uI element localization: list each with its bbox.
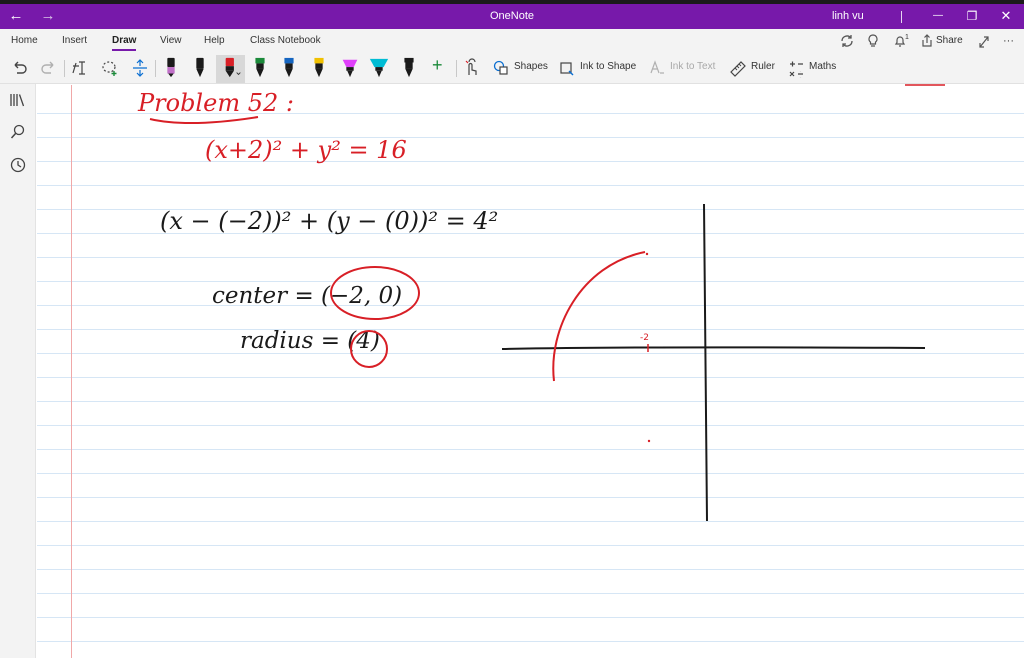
maths-button[interactable]: Maths (809, 61, 836, 72)
add-pen-button[interactable]: + (432, 55, 443, 77)
ink-to-shape-icon[interactable] (558, 57, 576, 79)
lasso-select-icon[interactable] (100, 57, 120, 79)
touch-draw-icon[interactable] (462, 57, 480, 79)
ribbon-tabs: Home Insert Draw View Help Class Noteboo… (0, 29, 1024, 53)
page-margin-line (71, 85, 72, 658)
tab-insert[interactable]: Insert (62, 35, 87, 46)
share-icon[interactable] (920, 32, 934, 50)
notebooks-icon[interactable] (9, 91, 27, 109)
tab-view[interactable]: View (160, 35, 182, 46)
shapes-icon[interactable] (492, 57, 510, 79)
ink-stroke-fragment (905, 84, 945, 86)
share-button[interactable]: Share (936, 32, 963, 50)
restore-button[interactable]: ❐ (962, 4, 982, 29)
minimize-button[interactable]: — (928, 4, 948, 29)
title-bar: ← → OneNote linh vu — ❐ ✕ (0, 4, 1024, 29)
redo-icon[interactable] (40, 57, 58, 79)
undo-icon[interactable] (10, 57, 28, 79)
pen-icon[interactable] (251, 57, 269, 79)
more-options-button[interactable]: ··· (1003, 32, 1014, 50)
tab-draw[interactable]: Draw (112, 35, 136, 46)
shapes-button[interactable]: Shapes (514, 61, 548, 72)
highlighter-icon[interactable] (339, 57, 361, 79)
add-space-icon[interactable] (130, 57, 150, 79)
titlebar-separator (901, 11, 902, 23)
pen-icon[interactable] (221, 57, 245, 79)
toolbar-separator (64, 60, 65, 77)
ink-to-text-button[interactable]: Ink to Text (670, 61, 715, 72)
pen-icon[interactable] (162, 57, 180, 79)
toolbar-separator (155, 60, 156, 77)
recent-notes-icon[interactable] (9, 156, 27, 174)
tab-class-notebook[interactable]: Class Notebook (250, 35, 321, 46)
pen-icon[interactable] (191, 57, 209, 79)
tab-help[interactable]: Help (204, 35, 225, 46)
lightbulb-icon[interactable] (866, 32, 880, 50)
draw-toolbar: + Shapes Ink to Shape Ink to Text Ruler … (0, 53, 1024, 84)
close-button[interactable]: ✕ (996, 4, 1016, 29)
ink-to-text-icon (650, 60, 664, 74)
lasso-text-select-icon[interactable] (70, 57, 90, 79)
pen-icon[interactable] (400, 57, 418, 79)
pen-icon[interactable] (280, 57, 298, 79)
ruler-icon[interactable] (729, 57, 747, 79)
search-icon[interactable] (9, 123, 27, 141)
tab-home[interactable]: Home (11, 35, 38, 46)
active-tab-indicator (112, 49, 136, 51)
highlighter-icon[interactable] (367, 57, 391, 79)
ruler-button[interactable]: Ruler (751, 61, 775, 72)
toolbar-separator (456, 60, 457, 77)
maths-icon[interactable] (787, 57, 805, 79)
left-navigation-rail (0, 84, 36, 658)
notification-count: 1 (905, 34, 909, 41)
pen-icon[interactable] (310, 57, 328, 79)
user-name[interactable]: linh vu (832, 4, 864, 29)
sync-icon[interactable] (839, 32, 855, 50)
note-canvas[interactable] (37, 85, 1024, 658)
app-title: OneNote (489, 10, 535, 22)
expand-icon[interactable] (977, 32, 991, 50)
ink-to-shape-button[interactable]: Ink to Shape (580, 61, 636, 72)
